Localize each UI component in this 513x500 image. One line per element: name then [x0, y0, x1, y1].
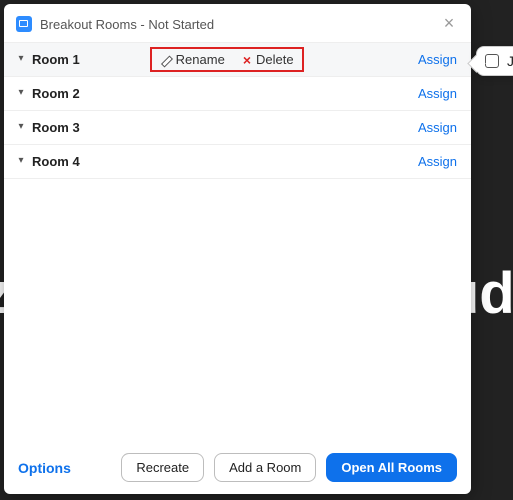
row-actions-highlight: Rename × Delete: [150, 47, 304, 72]
recreate-button[interactable]: Recreate: [121, 453, 204, 482]
room-row[interactable]: ▾ Room 1 Rename × Delete Assign: [4, 43, 471, 77]
open-all-rooms-button[interactable]: Open All Rooms: [326, 453, 457, 482]
pencil-icon: [160, 54, 171, 65]
window-title: Breakout Rooms - Not Started: [40, 17, 214, 32]
breakout-rooms-modal: Breakout Rooms - Not Started × ▾ Room 1 …: [4, 4, 471, 494]
chevron-down-icon[interactable]: ▾: [14, 155, 28, 166]
room-row[interactable]: ▾ Room 4 Assign: [4, 145, 471, 179]
chevron-down-icon[interactable]: ▾: [14, 87, 28, 98]
room-row[interactable]: ▾ Room 2 Assign: [4, 77, 471, 111]
assign-link[interactable]: Assign: [418, 154, 457, 169]
assign-link[interactable]: Assign: [418, 86, 457, 101]
rename-label: Rename: [176, 52, 225, 67]
chevron-down-icon[interactable]: ▾: [14, 53, 28, 64]
rename-button[interactable]: Rename: [160, 52, 225, 67]
delete-button[interactable]: × Delete: [243, 52, 294, 67]
zoom-app-icon: [16, 16, 32, 32]
room-name: Room 3: [32, 120, 80, 135]
close-icon[interactable]: ×: [439, 14, 459, 34]
assign-link[interactable]: Assign: [418, 52, 457, 67]
assign-popover: Judy: [476, 46, 513, 76]
x-icon: ×: [243, 53, 251, 67]
participant-name: Judy: [507, 53, 513, 69]
empty-area: [4, 179, 471, 441]
participant-checkbox[interactable]: [485, 54, 499, 68]
titlebar: Breakout Rooms - Not Started ×: [4, 4, 471, 43]
add-room-button[interactable]: Add a Room: [214, 453, 316, 482]
options-link[interactable]: Options: [18, 460, 71, 476]
footer: Options Recreate Add a Room Open All Roo…: [4, 441, 471, 494]
chevron-down-icon[interactable]: ▾: [14, 121, 28, 132]
rooms-list: ▾ Room 1 Rename × Delete Assign ▾ Room 2…: [4, 43, 471, 179]
delete-label: Delete: [256, 52, 294, 67]
room-row[interactable]: ▾ Room 3 Assign: [4, 111, 471, 145]
room-name: Room 1: [32, 52, 80, 67]
room-name: Room 2: [32, 86, 80, 101]
room-name: Room 4: [32, 154, 80, 169]
assign-link[interactable]: Assign: [418, 120, 457, 135]
